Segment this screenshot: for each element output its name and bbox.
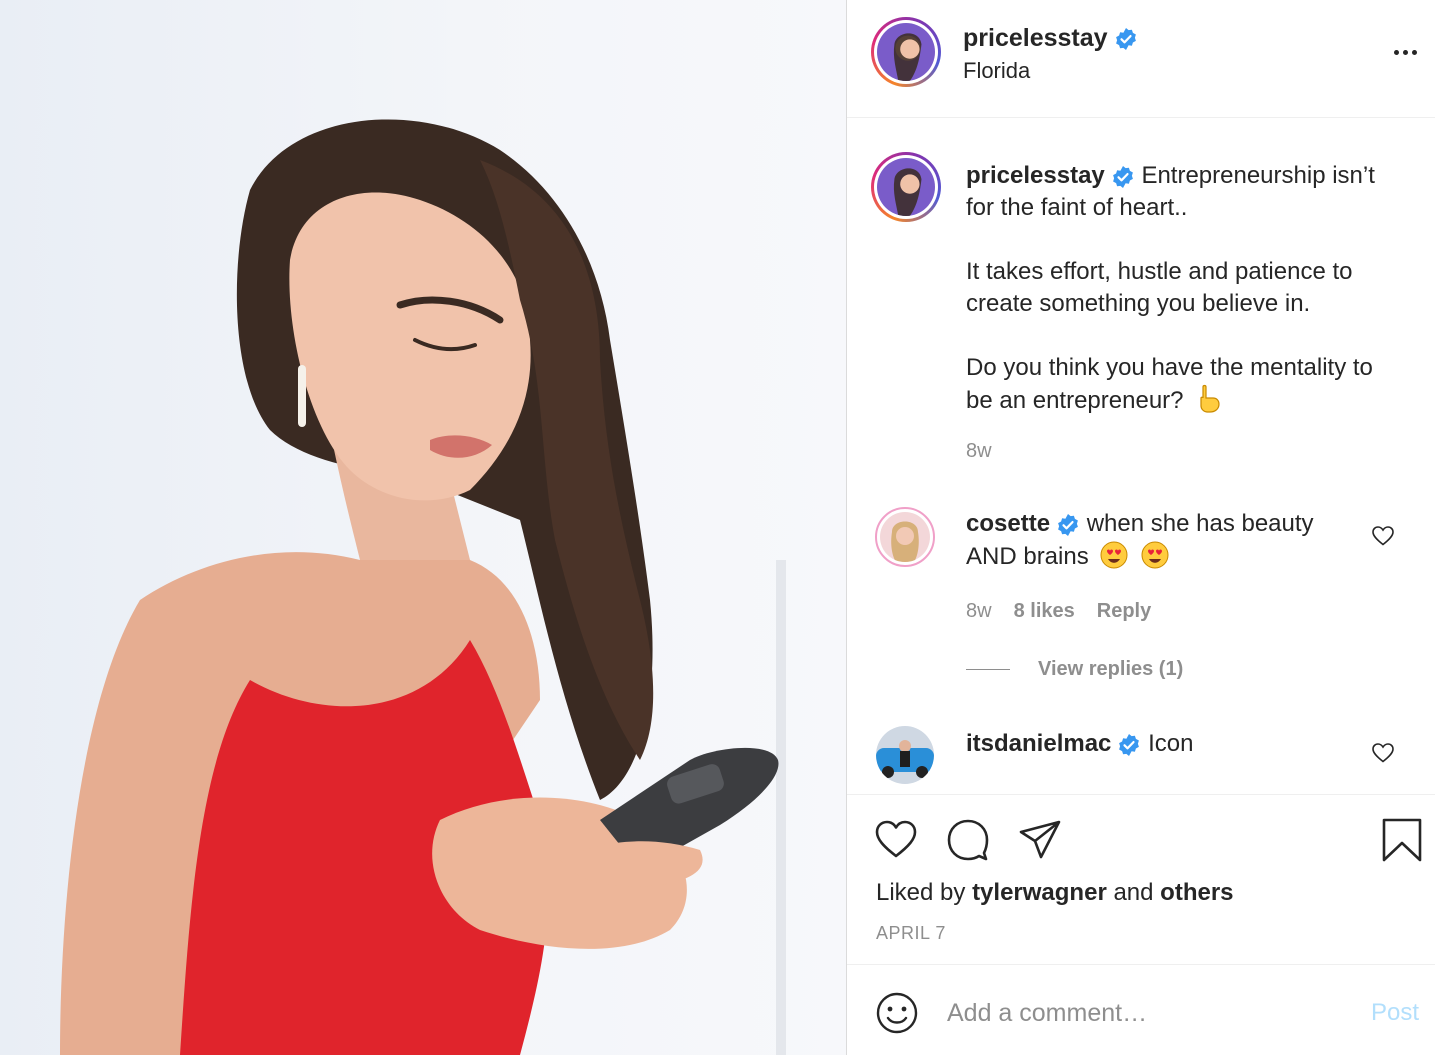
author-avatar-image — [877, 23, 935, 81]
post-caption: pricelesstay Entrepreneurship isn’t for … — [966, 160, 1386, 417]
verified-badge-icon — [1056, 513, 1080, 537]
verified-badge-icon — [1114, 27, 1138, 51]
like-comment-heart-icon[interactable] — [1371, 741, 1395, 765]
commenter-avatar[interactable] — [876, 726, 934, 784]
commenter-avatar-image — [876, 726, 934, 784]
caption-author-avatar[interactable] — [871, 152, 941, 222]
post-detail-panel: pricelesstay Florida pricelesstay Entrep… — [847, 0, 1435, 1055]
comment-bubble-icon[interactable] — [945, 817, 991, 863]
comment-likes[interactable]: 8 likes — [1014, 600, 1075, 623]
author-username[interactable]: pricelesstay — [963, 24, 1138, 53]
caption-author-avatar-image — [877, 158, 935, 216]
author-username-text[interactable]: pricelesstay — [963, 24, 1108, 53]
save-bookmark-icon[interactable] — [1379, 817, 1425, 863]
comment-body: cosette when she has beauty AND brains — [966, 508, 1366, 573]
post-location[interactable]: Florida — [963, 58, 1030, 84]
more-options-icon[interactable] — [1387, 40, 1423, 64]
verified-badge-icon — [1117, 733, 1141, 757]
post-comment-button[interactable]: Post — [1371, 999, 1419, 1027]
add-comment-input[interactable] — [947, 993, 1327, 1033]
author-avatar[interactable] — [871, 17, 941, 87]
comment-username[interactable]: cosette — [966, 510, 1050, 537]
post-actions: Liked by tylerwagner and others APRIL 7 — [847, 794, 1435, 965]
reply-button[interactable]: Reply — [1097, 600, 1151, 623]
comment-username[interactable]: itsdanielmac — [966, 730, 1111, 757]
comment-text: Icon — [1148, 730, 1194, 757]
caption-timestamp[interactable]: 8w — [966, 440, 992, 463]
view-replies-label[interactable]: View replies (1) — [1038, 658, 1183, 681]
pointing-down-emoji-icon — [1194, 384, 1224, 414]
liked-by-others[interactable]: others — [1160, 879, 1233, 906]
commenter-avatar[interactable] — [875, 507, 935, 567]
heart-eyes-emoji-icon — [1140, 540, 1170, 570]
caption-username[interactable]: pricelesstay — [966, 162, 1105, 189]
comment-timestamp[interactable]: 8w — [966, 600, 992, 623]
caption-line-2: It takes effort, hustle and patience to … — [966, 258, 1353, 317]
post-photo-illustration — [60, 119, 786, 1055]
comment-body: itsdanielmac Icon — [966, 728, 1366, 760]
like-heart-icon[interactable] — [873, 817, 919, 863]
liked-by-user[interactable]: tylerwagner — [972, 879, 1107, 906]
liked-by-text: Liked by tylerwagner and others — [876, 879, 1234, 907]
liked-by-and: and — [1113, 879, 1154, 906]
post-photo[interactable] — [0, 0, 846, 1055]
post-header: pricelesstay Florida — [847, 0, 1435, 118]
verified-badge-icon — [1111, 165, 1135, 189]
commenter-avatar-image — [880, 512, 930, 562]
like-comment-heart-icon[interactable] — [1371, 524, 1395, 548]
comment-meta: 8w 8 likes Reply — [966, 600, 1151, 623]
comment-composer: Post — [847, 964, 1435, 1056]
emoji-smiley-icon[interactable] — [875, 991, 919, 1035]
caption-line-3: Do you think you have the mentality to b… — [966, 354, 1373, 414]
post-date[interactable]: APRIL 7 — [876, 923, 946, 944]
comments-section[interactable]: pricelesstay Entrepreneurship isn’t for … — [847, 118, 1435, 794]
liked-by-prefix: Liked by — [876, 879, 966, 906]
replies-divider-line — [966, 669, 1010, 670]
heart-eyes-emoji-icon — [1099, 540, 1129, 570]
view-replies-button[interactable]: View replies (1) — [966, 658, 1183, 681]
share-send-icon[interactable] — [1017, 817, 1063, 863]
